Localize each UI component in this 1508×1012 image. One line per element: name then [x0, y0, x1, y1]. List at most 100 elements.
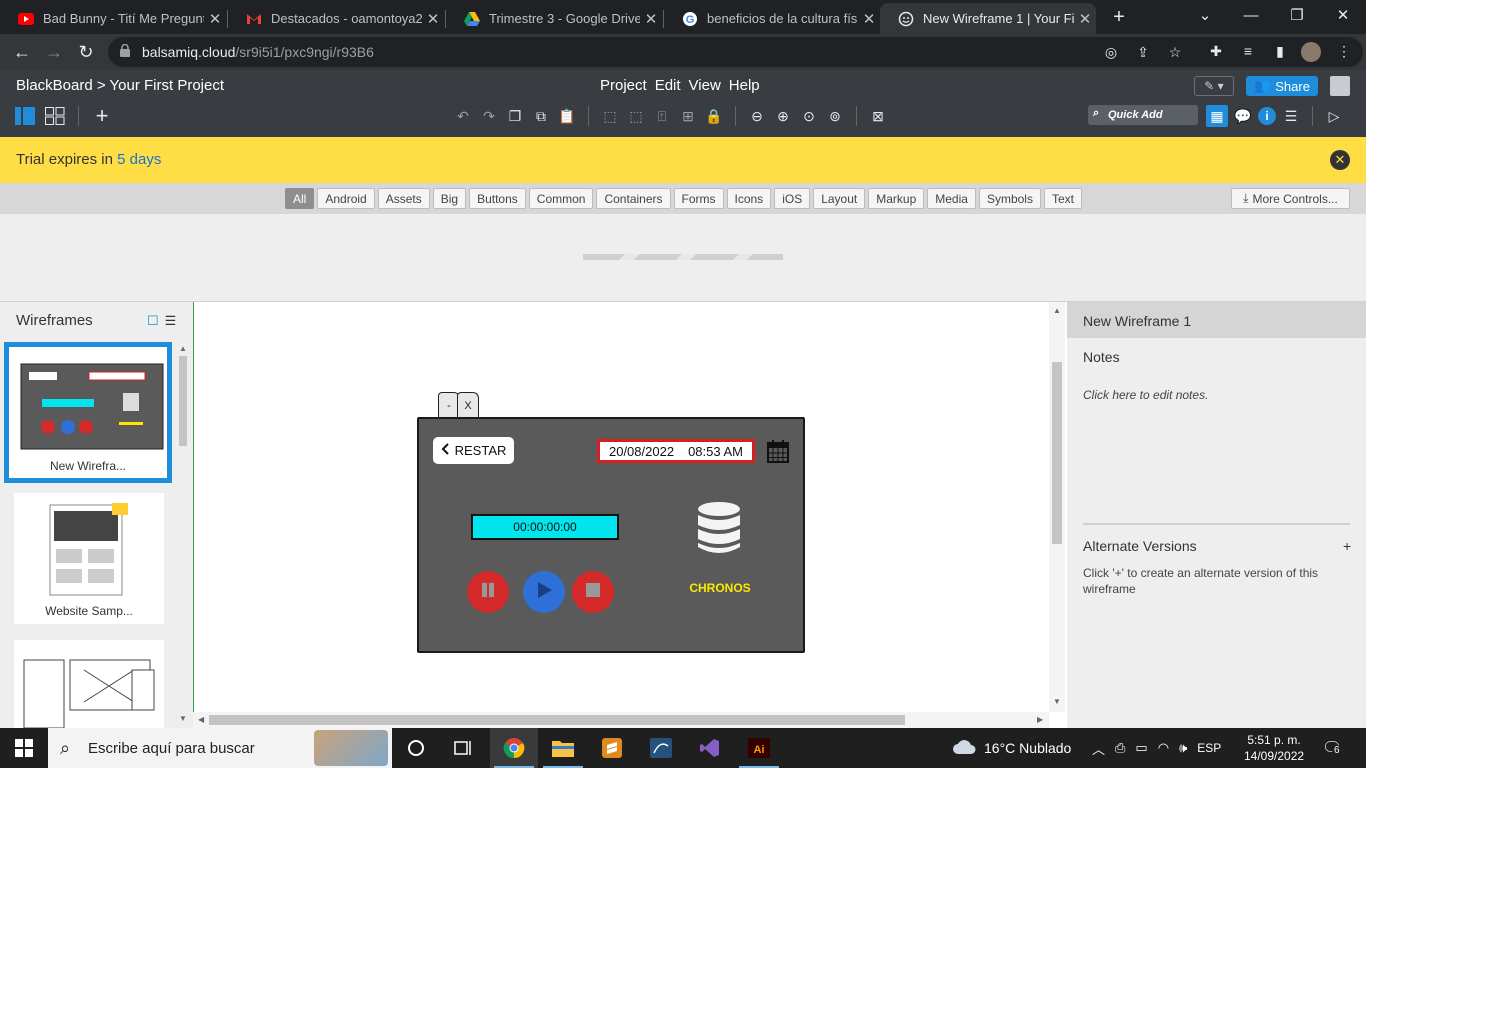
filter-containers[interactable]: Containers — [596, 188, 671, 209]
filter-big[interactable]: Big — [432, 188, 467, 209]
bring-front-icon[interactable]: ⍐ — [651, 105, 673, 127]
back-button[interactable]: RESTAR — [433, 437, 514, 464]
menu-help[interactable]: Help — [729, 77, 760, 94]
pause-button[interactable] — [467, 571, 509, 613]
filter-android[interactable]: Android — [317, 188, 375, 209]
wireframe-close-tab[interactable]: X — [457, 392, 479, 418]
close-icon[interactable]: ✕ — [640, 10, 662, 28]
scroll-down-icon[interactable]: ▼ — [179, 714, 187, 723]
menu-edit[interactable]: Edit — [655, 77, 681, 94]
duplicate-icon[interactable]: ❐ — [504, 105, 526, 127]
close-banner-icon[interactable]: ✕ — [1330, 150, 1350, 170]
back-icon[interactable]: ← — [10, 40, 34, 64]
clock[interactable]: 5:51 p. m. 14/09/2022 — [1244, 728, 1304, 768]
browser-tab-google-search[interactable]: G beneficios de la cultura física ✕ — [664, 3, 880, 34]
task-view-icon[interactable] — [440, 728, 488, 768]
breadcrumb[interactable]: BlackBoard > Your First Project — [16, 77, 224, 94]
filter-icons[interactable]: Icons — [726, 188, 772, 209]
tab-search-icon[interactable]: ⌄ — [1182, 0, 1228, 30]
new-tab-button[interactable]: + — [1108, 6, 1130, 28]
windows-start-icon[interactable] — [0, 728, 48, 768]
list-view-icon[interactable]: ☰ — [165, 313, 177, 329]
menu-project[interactable]: Project — [600, 77, 647, 94]
meet-now-icon[interactable]: ⎙ — [1115, 740, 1125, 756]
wireframe-window[interactable]: RESTAR 20/08/2022 08:53 AM 00:00:00:00 C… — [417, 417, 805, 653]
minimize-icon[interactable]: — — [1228, 0, 1274, 30]
list-view-icon[interactable] — [14, 105, 36, 127]
lock-element-icon[interactable]: 🔒 — [703, 105, 725, 127]
restore-icon[interactable]: ❐ — [1274, 0, 1320, 30]
forward-icon[interactable]: → — [42, 40, 66, 64]
filter-text[interactable]: Text — [1043, 188, 1082, 209]
filter-forms[interactable]: Forms — [673, 188, 724, 209]
share-button[interactable]: 👥 Share — [1246, 76, 1318, 96]
wireframe-thumbnail[interactable] — [14, 640, 164, 729]
address-bar[interactable]: balsamiq.cloud/sr9i5i1/pxc9ngi/r93B6 ◎ ⇪… — [108, 37, 1363, 67]
bookmark-star-icon[interactable]: ☆ — [1166, 44, 1184, 62]
scroll-up-icon[interactable]: ▲ — [1053, 306, 1061, 315]
ungroup-icon[interactable]: ⬚ — [625, 105, 647, 127]
canvas-horizontal-scrollbar[interactable]: ◀ ▶ — [193, 712, 1049, 728]
notes-editor[interactable]: Click here to edit notes. — [1083, 388, 1208, 402]
side-panel-icon[interactable]: ▮ — [1271, 43, 1289, 61]
edit-mode-button[interactable]: ✎ ▾ — [1194, 76, 1234, 96]
delete-icon[interactable]: ⊠ — [867, 105, 889, 127]
user-avatar[interactable] — [1330, 76, 1350, 96]
close-icon[interactable]: ✕ — [204, 10, 226, 28]
calendar-icon[interactable] — [767, 439, 789, 463]
menu-view[interactable]: View — [689, 77, 721, 94]
close-icon[interactable]: ✕ — [422, 10, 444, 28]
illustrator-icon[interactable]: Ai — [735, 728, 783, 768]
scroll-left-icon[interactable]: ◀ — [198, 715, 204, 724]
scrollbar-thumb[interactable] — [209, 715, 905, 725]
zoom-fit-icon[interactable]: ⊚ — [824, 105, 846, 127]
align-icon[interactable]: ⊞ — [677, 105, 699, 127]
browser-tab-gmail[interactable]: Destacados - oamontoya29@ ✕ — [228, 3, 444, 34]
scrollbar-thumb[interactable] — [179, 356, 187, 446]
wireframe-thumbnail-selected[interactable]: New Wirefra... — [4, 342, 172, 483]
media-control-icon[interactable]: ≡ — [1239, 43, 1257, 61]
trial-days-link[interactable]: 5 days — [117, 151, 161, 168]
close-icon[interactable]: ✕ — [1074, 10, 1096, 28]
chrome-app-icon[interactable] — [490, 728, 538, 768]
zoom-actual-icon[interactable]: ⊙ — [798, 105, 820, 127]
thumbnail-view-icon[interactable]: ☐ — [147, 313, 159, 329]
wireframe-panel-icon[interactable]: ▦ — [1206, 105, 1228, 127]
filter-media[interactable]: Media — [927, 188, 976, 209]
add-alternate-version-button[interactable]: + — [1343, 538, 1351, 554]
canvas-vertical-scrollbar[interactable]: ▲ ▼ — [1049, 302, 1065, 712]
wireframe-thumbnail[interactable]: Website Samp... — [14, 493, 164, 624]
notes-icon[interactable]: ☰ — [1280, 105, 1302, 127]
add-icon[interactable]: + — [91, 103, 113, 128]
filter-all[interactable]: All — [285, 188, 315, 209]
wifi-icon[interactable]: ◠ — [1158, 740, 1169, 756]
undo-icon[interactable]: ↶ — [452, 105, 474, 127]
zoom-out-icon[interactable]: ⊖ — [746, 105, 768, 127]
panel-scrollbar[interactable]: ▲ ▼ — [177, 344, 189, 723]
quick-add-input[interactable]: ⌕ Quick Add — [1088, 105, 1198, 125]
file-explorer-icon[interactable] — [539, 728, 587, 768]
extensions-icon[interactable]: ✚ — [1207, 43, 1225, 61]
date-time-field[interactable]: 20/08/2022 08:53 AM — [597, 439, 755, 463]
scroll-down-icon[interactable]: ▼ — [1053, 697, 1061, 706]
scrollbar-thumb[interactable] — [1052, 362, 1062, 544]
wireframe-name[interactable]: New Wireframe 1 — [1067, 302, 1366, 338]
info-icon[interactable]: i — [1258, 107, 1276, 125]
redo-icon[interactable]: ↷ — [478, 105, 500, 127]
visual-studio-icon[interactable] — [686, 728, 734, 768]
profile-avatar[interactable] — [1301, 42, 1321, 62]
copy-icon[interactable]: ⧉ — [530, 105, 552, 127]
group-icon[interactable]: ⬚ — [599, 105, 621, 127]
grid-view-icon[interactable] — [44, 105, 66, 127]
more-controls-button[interactable]: ⤓ More Controls... — [1231, 188, 1350, 209]
sublime-text-icon[interactable] — [588, 728, 636, 768]
weather-widget[interactable]: 16°C Nublado — [952, 728, 1071, 768]
cortana-icon[interactable] — [392, 728, 440, 768]
eye-off-icon[interactable]: ◎ — [1102, 44, 1120, 62]
volume-icon[interactable]: 🕪 — [1179, 740, 1187, 756]
browser-tab-youtube[interactable]: Bad Bunny - Tití Me Pregunt ✕ — [0, 3, 226, 34]
scroll-up-icon[interactable]: ▲ — [179, 344, 187, 353]
taskbar-search-box[interactable]: ⌕ Escribe aquí para buscar — [48, 728, 392, 768]
comments-icon[interactable]: 💬 — [1232, 105, 1254, 127]
chevron-up-icon[interactable]: ︿ — [1092, 739, 1105, 758]
